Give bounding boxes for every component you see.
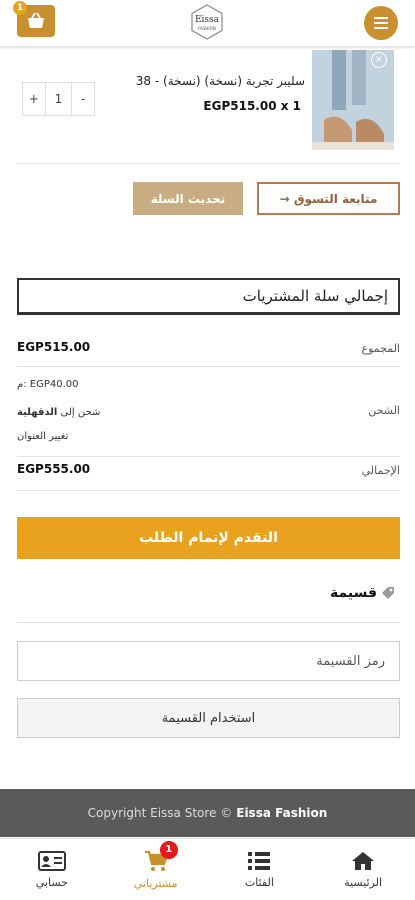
shipping-place: الدقهلية [17, 407, 58, 418]
coupon-code-input[interactable] [17, 641, 400, 681]
menu-button[interactable] [364, 6, 398, 40]
account-card-icon [37, 850, 66, 871]
nav-item-home[interactable]: الرئيسية [311, 839, 415, 900]
copyright-text: Copyright Eissa Store © [87, 806, 233, 820]
divider [17, 622, 400, 623]
nav-item-categories[interactable]: الفئات [208, 839, 312, 900]
change-address-link[interactable]: تغيير العنوان [17, 431, 68, 442]
proceed-to-checkout-button[interactable]: التقدم لإتمام الطلب [17, 517, 400, 559]
nav-item-account[interactable]: حسابي [0, 839, 104, 900]
logo-text: Eissa [194, 15, 220, 25]
logo[interactable]: Eissa FASHION [189, 4, 225, 40]
remove-item-button[interactable]: × [371, 52, 387, 68]
nav-label-purchases: مشترياتي [133, 876, 178, 890]
qty-input[interactable]: 1 [44, 83, 73, 115]
divider [17, 163, 400, 164]
basket-icon [28, 12, 44, 28]
product-price: EGP515.00 x 1 [203, 99, 301, 113]
coupon-title-text: قسيمة [329, 585, 377, 601]
cart-totals-title: إجمالي سلة المشتريات [17, 278, 400, 315]
bottom-navigation: حسابي 1 مشترياتي الفئات الرئيسية [0, 838, 415, 900]
coupon-title: قسيمة [330, 585, 395, 601]
total-value: EGP555.00 [17, 462, 91, 476]
shipping-to-text: شحن إلى [60, 407, 101, 418]
product-name[interactable]: سليبر تجربة (نسخة) (نسخة) - 38 [136, 74, 305, 88]
footer-brand[interactable]: Eissa Fashion [236, 806, 327, 820]
continue-shopping-button[interactable]: → متابعة التسوق [257, 182, 400, 215]
nav-item-purchases[interactable]: 1 مشترياتي [104, 839, 208, 900]
divider [17, 456, 400, 457]
update-cart-button[interactable]: تحديث السلة [133, 182, 243, 215]
subtotal-label: المجموع [361, 342, 400, 355]
header: 1 Eissa FASHION [0, 0, 415, 46]
home-icon [352, 851, 375, 870]
subtotal-value: EGP515.00 [17, 340, 91, 354]
footer: Copyright Eissa Store © Eissa Fashion [0, 789, 415, 837]
shipping-destination: شحن إلى الدقهلية [17, 407, 100, 418]
qty-plus-button[interactable]: + [23, 83, 45, 115]
tag-icon [382, 587, 394, 599]
cart-count-badge: 1 [13, 1, 27, 15]
purchases-count-badge: 1 [159, 841, 178, 859]
shipping-rate: م: EGP40.00 [17, 379, 79, 390]
qty-minus-button[interactable]: - [72, 83, 94, 115]
header-cart-button[interactable]: 1 [13, 1, 55, 37]
hamburger-icon [374, 17, 388, 29]
apply-coupon-button[interactable]: استخدام القسيمة [17, 698, 400, 738]
quantity-stepper: + 1 - [22, 82, 95, 116]
divider [17, 490, 400, 491]
total-label: الإجمالي [361, 464, 400, 477]
nav-label-home: الرئيسية [344, 875, 383, 889]
nav-label-account: حسابي [35, 875, 68, 889]
nav-label-categories: الفئات [244, 875, 274, 889]
list-icon [248, 851, 271, 870]
divider [17, 366, 400, 367]
shipping-label: الشحن [368, 404, 400, 417]
logo-subtext: FASHION [198, 26, 216, 31]
